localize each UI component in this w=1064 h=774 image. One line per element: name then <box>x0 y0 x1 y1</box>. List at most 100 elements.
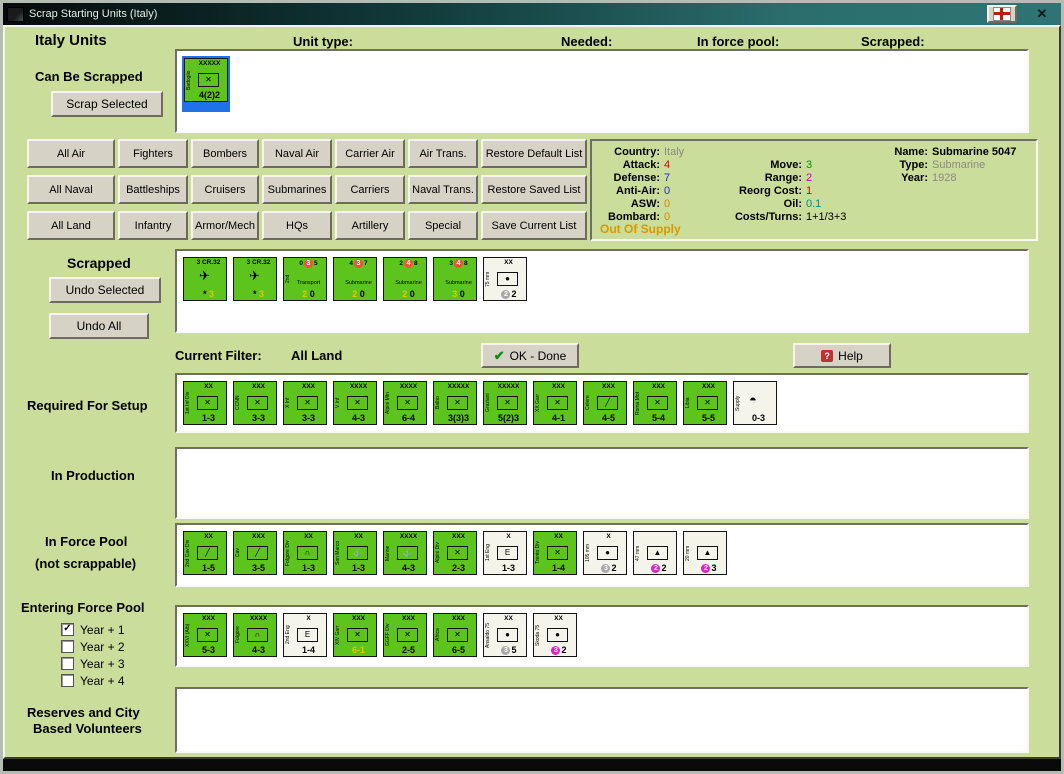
checkbox-checked-icon[interactable]: ✓ <box>61 623 74 636</box>
scrapped-box: 3 CR.32 ✈ * 33 CR.32 ✈ * 3 2nd 0 3 5 Transport 2 0… <box>175 249 1029 333</box>
unit-counter[interactable]: Marine XXXX ⚓ 4-3 <box>382 530 428 576</box>
counter-stats: 3(3)3 <box>447 413 469 423</box>
unit-counter[interactable]: Skoda 75 XX ● 3 2 <box>532 612 578 658</box>
unit-counter[interactable]: Alpini Mtn XXXX ✕ 6-4 <box>382 380 428 426</box>
filter-button-cruisers[interactable]: Cruisers <box>191 175 259 204</box>
checkbox-unchecked-icon[interactable] <box>61 640 74 653</box>
filter-button-save-current-list[interactable]: Save Current List <box>481 211 587 240</box>
unit-counter[interactable]: V Inf XXXX ✕ 4-3 <box>332 380 378 426</box>
unit-counter[interactable]: 1st Eng X E 1-3 <box>482 530 528 576</box>
unit-counter[interactable]: Folgore Div XX ∩ 1-3 <box>282 530 328 576</box>
unit-counter[interactable]: XIV Garr XXX ✕ 6-1 <box>332 612 378 658</box>
unit-counter[interactable]: 47 mm ▲ 2 2 <box>632 530 678 576</box>
unit-counter[interactable]: GGFF Div XXX ✕ 2-5 <box>382 612 428 658</box>
unit-counter[interactable]: 2nd Cav Div XX ╱ 1-5 <box>182 530 228 576</box>
help-button[interactable]: ? Help <box>793 343 891 368</box>
unit-counter[interactable]: Graziani XXXXX ✕ 5(2)3 <box>482 380 528 426</box>
unit-counter[interactable]: 2 4 8 Submarine 2 0 <box>382 256 428 302</box>
unit-counter[interactable]: Supply ◓ 0-3 <box>732 380 778 426</box>
counter-top-text: X <box>606 533 611 540</box>
counter-top-text: 3 CR.32 <box>246 259 271 266</box>
unit-counter[interactable]: San Marco XX ⚓ 1-3 <box>332 530 378 576</box>
counter-top-text: XXX <box>451 533 465 540</box>
filter-button-bombers[interactable]: Bombers <box>191 139 259 168</box>
filter-button-restore-saved-list[interactable]: Restore Saved List <box>481 175 587 204</box>
unit-counter[interactable]: 2nd Eng X E 1-4 <box>282 612 328 658</box>
counter-stats: * 3 <box>252 289 265 299</box>
art-symbol-icon: ● <box>547 628 568 642</box>
unit-counter[interactable]: Libia XXX ✕ 5-5 <box>682 380 728 426</box>
counter-top-text: XXXX <box>399 383 418 390</box>
counter-stats: 4-3 <box>401 563 415 573</box>
unit-counter[interactable]: Ansaldo 75 XX ● 3 5 <box>482 612 528 658</box>
unit-counter[interactable]: 20 mm ▲ 2 3 <box>682 530 728 576</box>
filter-button-all-naval[interactable]: All Naval <box>27 175 115 204</box>
unit-counter[interactable]: XX Garr XXX ✕ 4-1 <box>532 380 578 426</box>
inf-symbol-icon: ✕ <box>497 396 518 410</box>
in-force-pool-sublabel: (not scrappable) <box>35 556 137 571</box>
counter-stats: 5-4 <box>651 413 665 423</box>
unit-counter[interactable]: 3 CR.32 ✈ * 3 <box>182 256 228 302</box>
unit-counter[interactable]: 105 mm X ● 3 2 <box>582 530 628 576</box>
filter-button-special[interactable]: Special <box>408 211 478 240</box>
year-checkbox-3[interactable]: Year + 3 <box>61 655 125 672</box>
in-force-pool-box: 2nd Cav Div XX ╱ 1-5 Cav XXX ╱ 3-5 Folgore Div XX… <box>175 523 1029 587</box>
unit-counter[interactable]: Celere XXX ╱ 4-5 <box>582 380 628 426</box>
filter-button-fighters[interactable]: Fighters <box>118 139 188 168</box>
unit-counter[interactable]: CCNN XXX ✕ 3-3 <box>232 380 278 426</box>
filter-button-submarines[interactable]: Submarines <box>262 175 332 204</box>
unit-counter[interactable]: 4 3 7 Submarine 2 0 <box>332 256 378 302</box>
checkbox-unchecked-icon[interactable] <box>61 657 74 670</box>
info-column-right: Name: Submarine 5047 Type: Submarine Year: 19… <box>888 146 1016 185</box>
counter-stats: 1-3 <box>501 563 515 573</box>
counter-stats: 1-3 <box>201 413 215 423</box>
filter-button-carrier-air[interactable]: Carrier Air <box>335 139 405 168</box>
in-force-pool-label: In Force Pool <box>45 534 128 549</box>
filter-button-restore-default-list[interactable]: Restore Default List <box>481 139 587 168</box>
unit-counter[interactable]: 3 4 8 Submarine 3 0 <box>432 256 478 302</box>
unit-counter[interactable]: 1st Inf Div XX ✕ 1-3 <box>182 380 228 426</box>
can-be-scrapped-box: Badoglio XXXXX ✕ 4(2)2 <box>175 49 1029 133</box>
inf-symbol-icon: ✕ <box>447 396 468 410</box>
unit-counter[interactable]: Alpini Div XXX ✕ 2-3 <box>432 530 478 576</box>
filter-button-carriers[interactable]: Carriers <box>335 175 405 204</box>
counter-top-text: XX <box>354 533 363 540</box>
unit-counter[interactable]: 3 CR.32 ✈ * 3 <box>232 256 278 302</box>
supply-symbol-icon: ◓ <box>749 392 757 407</box>
unit-counter[interactable]: Badoglio XXXXX ✕ 4(2)2 <box>182 56 230 112</box>
year-checkbox-4[interactable]: Year + 4 <box>61 672 125 689</box>
filter-button-all-land[interactable]: All Land <box>27 211 115 240</box>
filter-button-battleships[interactable]: Battleships <box>118 175 188 204</box>
filter-button-infantry[interactable]: Infantry <box>118 211 188 240</box>
scrapped-header: Scrapped: <box>861 34 925 49</box>
unit-counter[interactable]: 75 mm XX ● 2 2 <box>482 256 528 302</box>
unit-counter[interactable]: 2nd 0 3 5 Transport 2 0 <box>282 256 328 302</box>
ok-done-button[interactable]: ✔ OK - Done <box>481 343 579 368</box>
unit-counter[interactable]: Trento Div XX ✕ 1-4 <box>532 530 578 576</box>
flag-button[interactable] <box>987 5 1017 23</box>
undo-selected-button[interactable]: Undo Selected <box>49 277 161 303</box>
title-bar-controls: ✕ <box>987 5 1059 23</box>
undo-all-button[interactable]: Undo All <box>49 313 149 339</box>
unit-counter[interactable]: Africa XXX ✕ 6-5 <box>432 612 478 658</box>
unit-counter[interactable]: Roma Mot XXX ✕ 5-4 <box>632 380 678 426</box>
filter-button-naval-trans-[interactable]: Naval Trans. <box>408 175 478 204</box>
filter-button-naval-air[interactable]: Naval Air <box>262 139 332 168</box>
unit-counter[interactable]: XXVI (Alb) XXX ✕ 5-3 <box>182 612 228 658</box>
filter-button-all-air[interactable]: All Air <box>27 139 115 168</box>
needed-header: Needed: <box>561 34 613 49</box>
checkbox-unchecked-icon[interactable] <box>61 674 74 687</box>
counter-stats: 0-3 <box>751 413 765 423</box>
unit-counter[interactable]: Balbo XXXXX ✕ 3(3)3 <box>432 380 478 426</box>
year-checkbox-1[interactable]: ✓ Year + 1 <box>61 621 125 638</box>
scrap-selected-button[interactable]: Scrap Selected <box>51 91 163 117</box>
filter-button-armor-mech[interactable]: Armor/Mech <box>191 211 259 240</box>
unit-counter[interactable]: Cav XXX ╱ 3-5 <box>232 530 278 576</box>
filter-button-hqs[interactable]: HQs <box>262 211 332 240</box>
filter-button-air-trans-[interactable]: Air Trans. <box>408 139 478 168</box>
filter-button-artillery[interactable]: Artillery <box>335 211 405 240</box>
unit-counter[interactable]: X Inf XXX ✕ 3-3 <box>282 380 328 426</box>
close-button[interactable]: ✕ <box>1025 5 1059 23</box>
year-checkbox-2[interactable]: Year + 2 <box>61 638 125 655</box>
unit-counter[interactable]: Folgore XXXX ∩ 4-3 <box>232 612 278 658</box>
